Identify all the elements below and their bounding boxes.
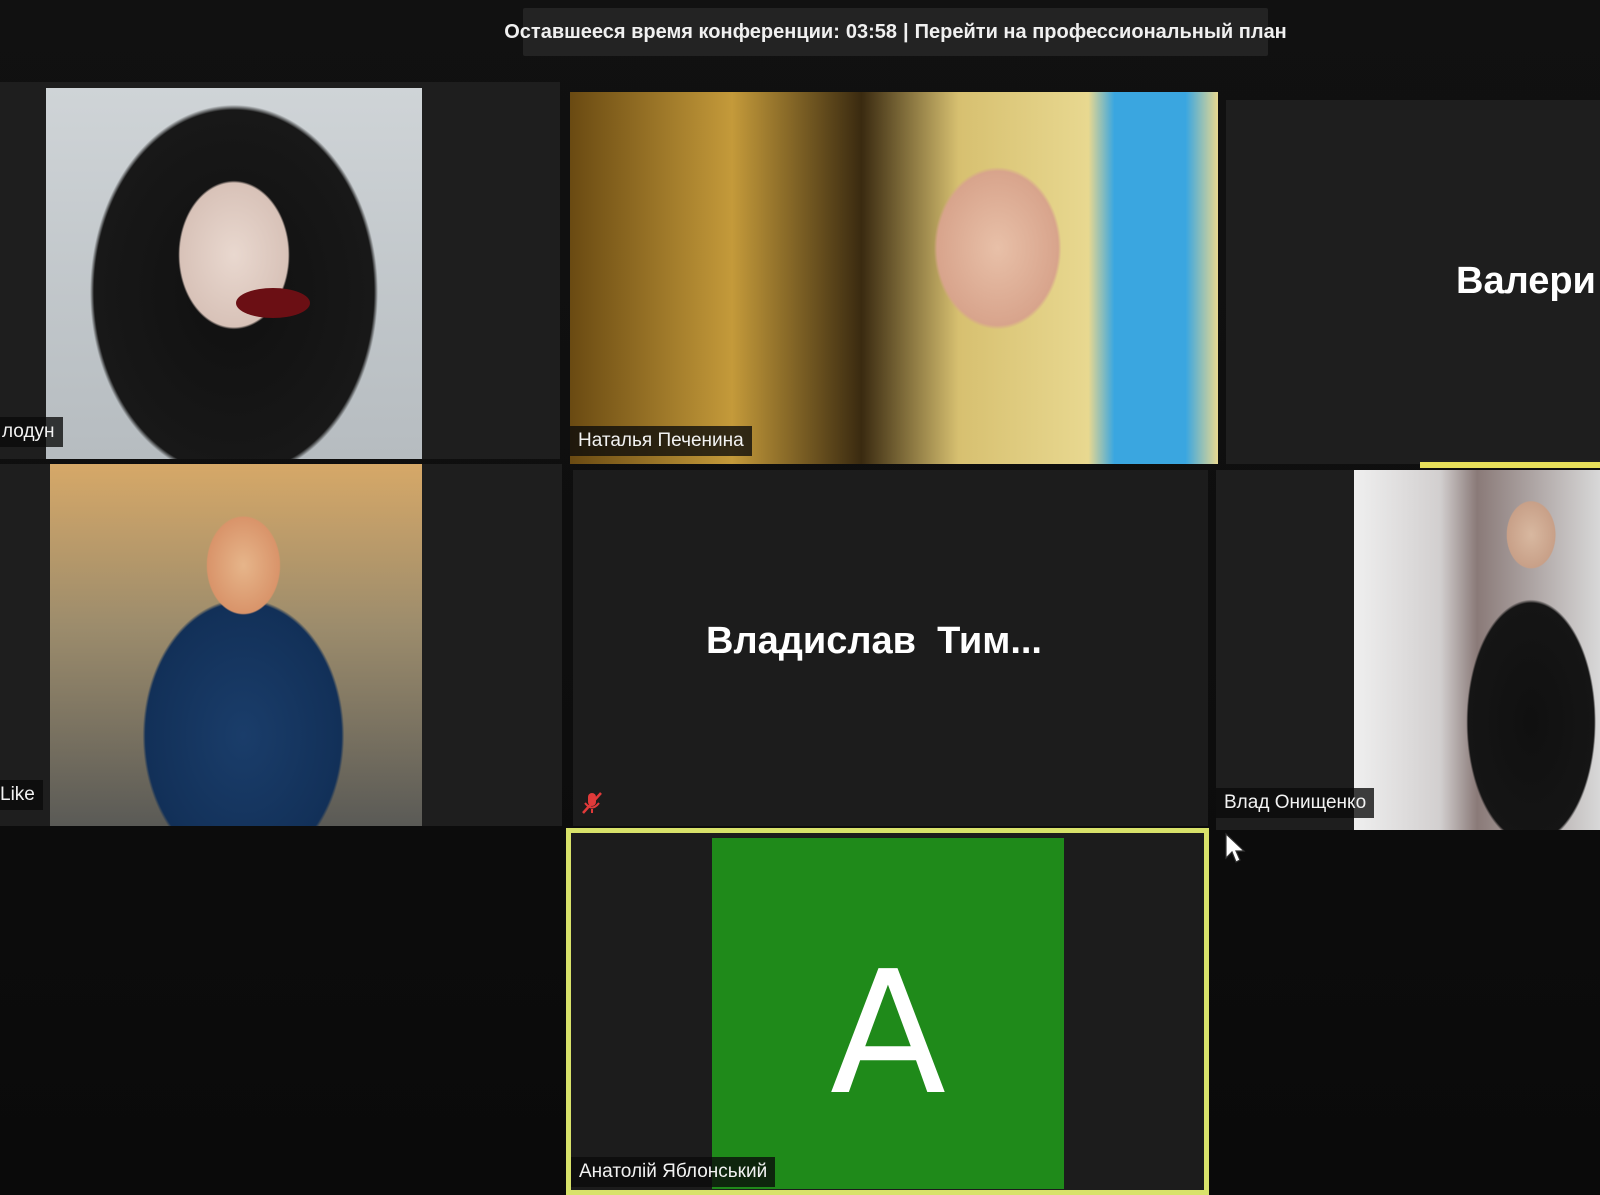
participant-tile[interactable]: Like [0,464,562,826]
speaker-highlight-edge [1420,462,1600,468]
participant-tile[interactable]: Владислав Тим... [573,470,1208,826]
participant-tile[interactable]: лодун [0,82,560,459]
mouse-pointer-icon [1225,832,1246,863]
remaining-time-value: 03:58 [845,20,898,43]
participant-video [1354,470,1600,830]
participant-name-tag: лодун [0,417,63,447]
participant-display-name: Владислав Тим... [706,620,1042,662]
participant-name-tag: Влад Онищенко [1216,788,1375,818]
video-detail [236,288,310,318]
banner-separator: | [903,20,909,43]
participant-tile[interactable]: Влад Онищенко [1216,470,1600,830]
zoom-meeting-window: Оставшееся время конференции: 03:58 | Пе… [0,0,1600,1195]
remaining-time-label: Оставшееся время конференции: [504,20,840,43]
participant-tile-active-speaker[interactable]: A Анатолій Яблонський [566,828,1209,1195]
participant-video [570,92,1218,464]
participant-display-name: Валери [1456,260,1596,302]
participant-video [46,88,422,459]
participant-name-tag: Наталья Печенина [570,426,752,456]
muted-mic-icon [582,792,602,814]
upgrade-plan-link[interactable]: Перейти на профессиональный план [915,21,1287,44]
participant-video [50,464,422,826]
participant-avatar: A [712,838,1064,1189]
participant-tile[interactable]: Наталья Печенина [570,92,1218,464]
participant-tile[interactable]: Валери [1226,100,1600,464]
participant-name-tag: Анатолій Яблонський [571,1157,776,1187]
participant-name-tag: Like [0,780,43,810]
avatar-letter: A [829,934,947,1133]
conference-time-banner: Оставшееся время конференции: 03:58 | Пе… [504,8,1287,56]
